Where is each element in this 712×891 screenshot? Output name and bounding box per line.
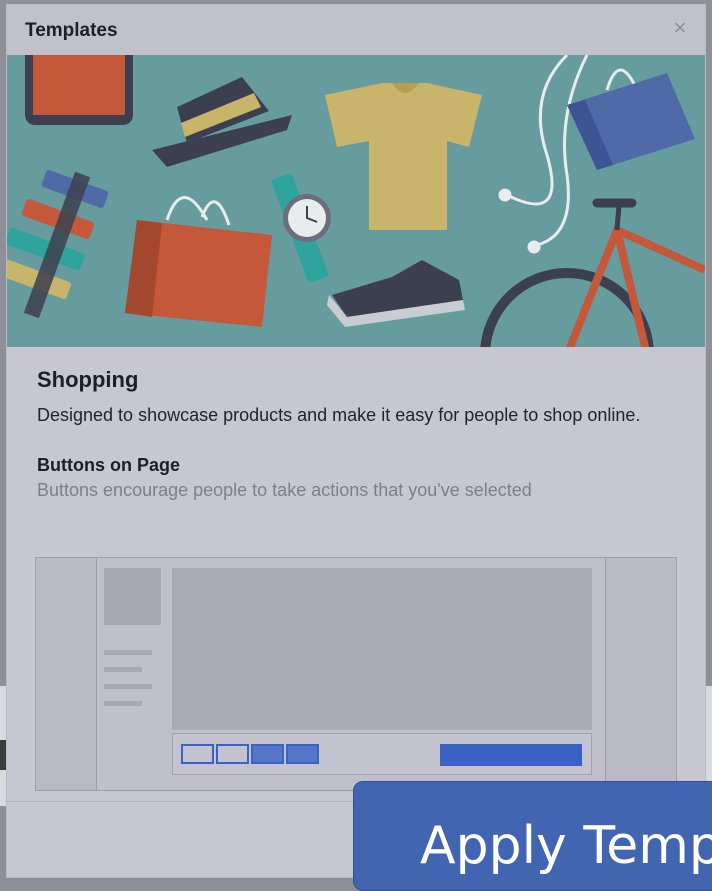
page-layout-preview xyxy=(35,557,677,791)
shopping-hero-illustration xyxy=(7,55,705,347)
preview-right-column xyxy=(605,558,676,790)
modal-title: Templates xyxy=(25,20,118,41)
preview-tab-button xyxy=(251,744,284,764)
preview-cta-button xyxy=(440,744,582,766)
apply-template-button[interactable]: Apply Temp xyxy=(353,781,712,891)
preview-nav-line xyxy=(104,667,142,672)
preview-tab-button xyxy=(216,744,249,764)
preview-nav-line xyxy=(104,701,142,706)
preview-action-bar xyxy=(172,733,592,775)
buttons-section-title: Buttons on Page xyxy=(37,455,180,475)
preview-nav-line xyxy=(104,684,152,689)
preview-profile-picture xyxy=(104,568,161,625)
preview-left-column xyxy=(36,558,97,790)
template-details: Shopping Designed to showcase products a… xyxy=(37,367,677,501)
buttons-section-description: Buttons encourage people to take actions… xyxy=(37,480,532,500)
modal-header: Templates × xyxy=(7,5,705,56)
preview-cover-photo xyxy=(172,568,592,730)
close-icon[interactable]: × xyxy=(669,17,691,39)
template-name: Shopping xyxy=(37,367,139,392)
preview-tab-button xyxy=(181,744,214,764)
template-description: Designed to showcase products and make i… xyxy=(37,405,641,425)
templates-modal: Templates × Shopping Designed to showcas… xyxy=(6,4,706,878)
preview-nav-line xyxy=(104,650,152,655)
picture-frame-icon xyxy=(25,55,133,125)
preview-tab-button xyxy=(286,744,319,764)
